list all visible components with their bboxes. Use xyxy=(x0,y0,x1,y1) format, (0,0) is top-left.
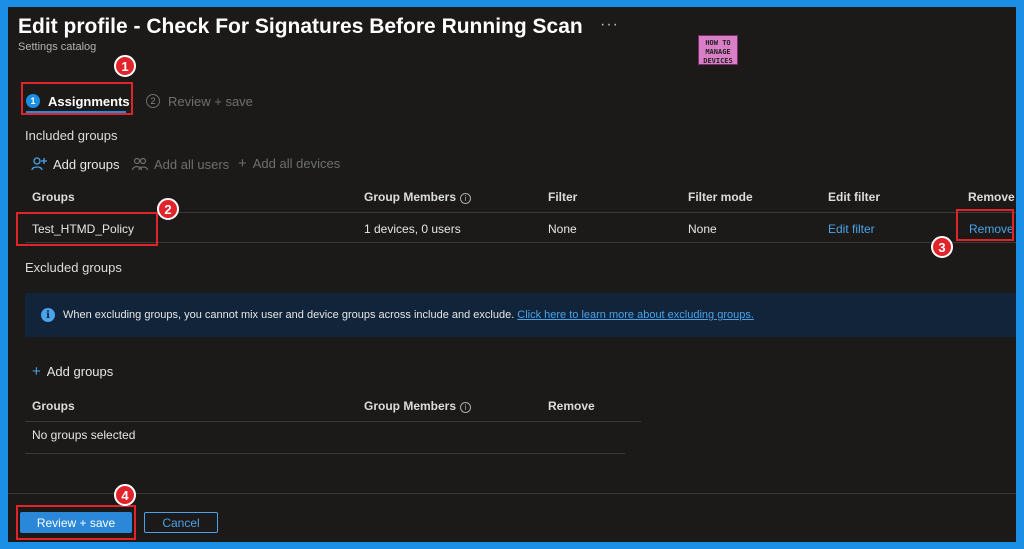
add-all-devices-button[interactable]: + Add all devices xyxy=(238,156,340,171)
annotation-badge-1: 1 xyxy=(114,55,136,77)
col-group-members: Group Members i xyxy=(364,190,472,204)
htmd-logo: HOW TO MANAGE DEVICES xyxy=(698,35,738,65)
add-groups-button[interactable]: Add groups xyxy=(31,156,120,172)
table-row-divider xyxy=(25,242,1016,243)
learn-more-link[interactable]: Click here to learn more about excluding… xyxy=(517,309,754,321)
annotation-badge-4: 4 xyxy=(114,484,136,506)
col-filter-mode: Filter mode xyxy=(688,190,753,204)
highlight-review-save-button xyxy=(16,505,136,540)
more-options-icon[interactable]: ··· xyxy=(600,16,619,34)
info-message-bar: i When excluding groups, you cannot mix … xyxy=(25,293,1016,337)
empty-state-text: No groups selected xyxy=(32,428,136,442)
footer-divider xyxy=(8,493,1016,494)
filter-mode-value: None xyxy=(688,222,717,236)
col-remove: Remove xyxy=(968,190,1015,204)
plus-icon: + xyxy=(238,155,247,172)
col-edit-filter: Edit filter xyxy=(828,190,881,204)
add-excluded-groups-button[interactable]: + Add groups xyxy=(32,364,113,379)
col-groups: Groups xyxy=(32,399,75,413)
add-all-users-button[interactable]: Add all users xyxy=(132,156,229,172)
edit-profile-panel: Edit profile - Check For Signatures Befo… xyxy=(8,7,1016,542)
info-icon: i xyxy=(41,308,55,322)
info-message-text: When excluding groups, you cannot mix us… xyxy=(63,309,515,321)
col-groups: Groups xyxy=(32,190,75,204)
col-group-members: Group Members i xyxy=(364,399,472,413)
highlight-group-name xyxy=(16,212,158,246)
tab-review-save[interactable]: 2 Review + save xyxy=(146,89,253,113)
users-icon xyxy=(132,157,148,171)
info-icon: i xyxy=(460,193,472,204)
add-user-icon xyxy=(31,157,47,171)
table-header-divider xyxy=(25,421,641,422)
page-title: Edit profile - Check For Signatures Befo… xyxy=(18,15,583,38)
edit-filter-link[interactable]: Edit filter xyxy=(828,222,875,236)
highlight-remove-link xyxy=(956,209,1014,241)
group-members: 1 devices, 0 users xyxy=(364,222,461,236)
table-row-divider xyxy=(25,453,625,454)
tab-review-save-label: Review + save xyxy=(168,93,253,109)
included-groups-title: Included groups xyxy=(25,128,118,143)
info-icon: i xyxy=(460,402,472,413)
page-subtitle: Settings catalog xyxy=(18,41,97,53)
annotation-badge-2: 2 xyxy=(157,198,179,220)
col-filter: Filter xyxy=(548,190,578,204)
annotation-badge-3: 3 xyxy=(931,236,953,258)
plus-icon: + xyxy=(32,363,41,380)
highlight-assignments-tab xyxy=(21,82,133,115)
step-2-icon: 2 xyxy=(146,94,160,108)
filter-value: None xyxy=(548,222,577,236)
col-remove: Remove xyxy=(548,399,595,413)
cancel-button[interactable]: Cancel xyxy=(144,512,218,533)
excluded-groups-title: Excluded groups xyxy=(25,260,122,275)
